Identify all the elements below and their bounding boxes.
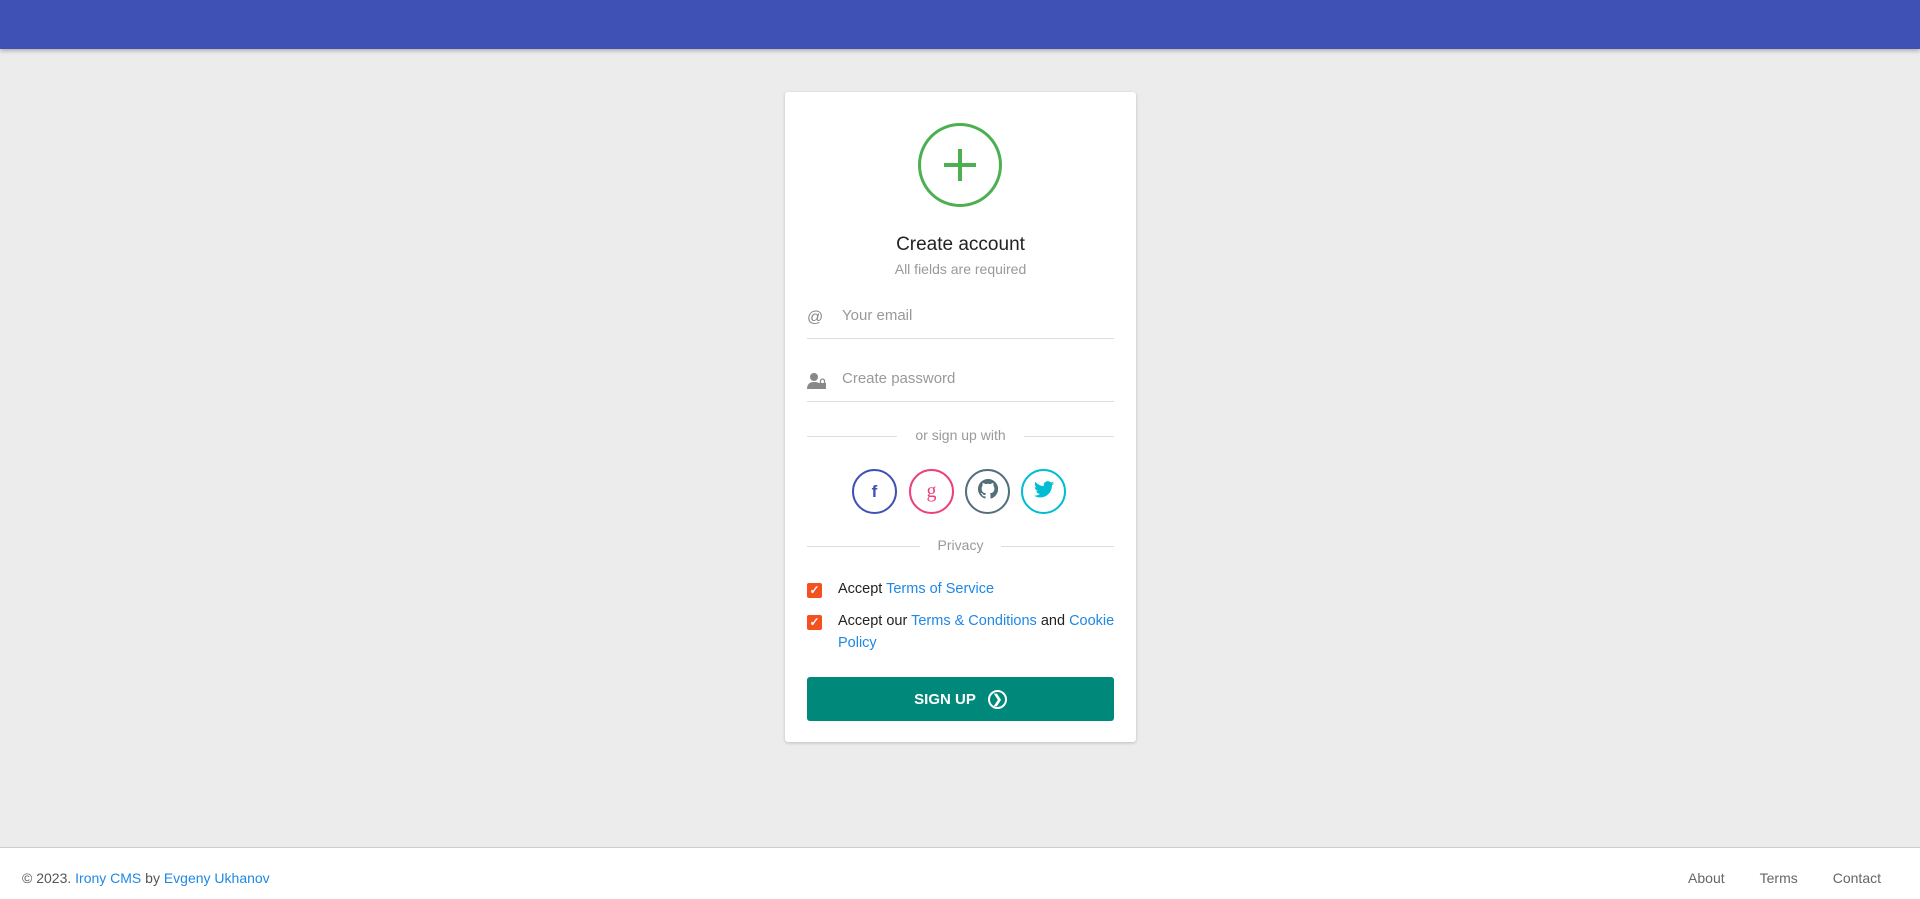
footer: © 2023. Irony CMS by Evgeny Ukhanov Abou… (0, 847, 1920, 899)
accept-text: Accept (838, 581, 887, 597)
email-field: @ (807, 299, 1114, 339)
email-input[interactable] (842, 307, 1102, 324)
terms-conditions-label: Accept our Terms & Conditions and Cookie… (838, 610, 1118, 654)
password-field (807, 362, 1114, 402)
user-lock-icon (807, 372, 827, 395)
twitter-icon (1033, 480, 1054, 503)
brand-link[interactable]: Irony CMS (75, 870, 141, 886)
by-text: by (141, 870, 164, 886)
password-input[interactable] (842, 370, 1102, 387)
terms-of-service-link[interactable]: Terms of Service (886, 581, 994, 597)
page-subtitle: All fields are required (894, 261, 1027, 277)
footer-link-contact[interactable]: Contact (1833, 870, 1881, 886)
terms-conditions-link[interactable]: Terms & Conditions (911, 613, 1037, 629)
copyright-text: © 2023. (22, 870, 76, 886)
footer-link-terms[interactable]: Terms (1760, 870, 1798, 886)
and-text: and (1036, 613, 1070, 629)
terms-of-service-label: Accept Terms of Service (838, 578, 1118, 600)
chevron-right-circle-icon: ❯ (987, 689, 1007, 709)
page-title: Create account (896, 234, 1025, 255)
top-navbar (0, 0, 1920, 49)
facebook-icon: f (871, 481, 878, 501)
google-icon: g (926, 480, 937, 502)
add-account-icon (918, 123, 1002, 207)
terms-conditions-checkbox[interactable]: ✓ (807, 615, 822, 630)
social-divider: or sign up with (807, 427, 1114, 445)
google-button[interactable]: g (909, 469, 954, 514)
author-link[interactable]: Evgeny Ukhanov (164, 870, 270, 886)
privacy-divider: Privacy (807, 537, 1114, 555)
accept-our-text: Accept our (838, 613, 912, 629)
github-button[interactable] (965, 469, 1010, 514)
facebook-button[interactable]: f (852, 469, 897, 514)
sign-up-button[interactable]: SIGN UP ❯ (807, 677, 1114, 721)
at-icon: @ (807, 309, 824, 326)
terms-of-service-checkbox[interactable]: ✓ (807, 583, 822, 598)
signup-card: Create account All fields are required @… (785, 92, 1136, 742)
privacy-divider-label: Privacy (937, 537, 984, 553)
footer-link-about[interactable]: About (1688, 870, 1725, 886)
github-icon (977, 478, 998, 504)
social-divider-label: or sign up with (915, 427, 1006, 443)
sign-up-label: SIGN UP (914, 690, 976, 708)
twitter-button[interactable] (1021, 469, 1066, 514)
